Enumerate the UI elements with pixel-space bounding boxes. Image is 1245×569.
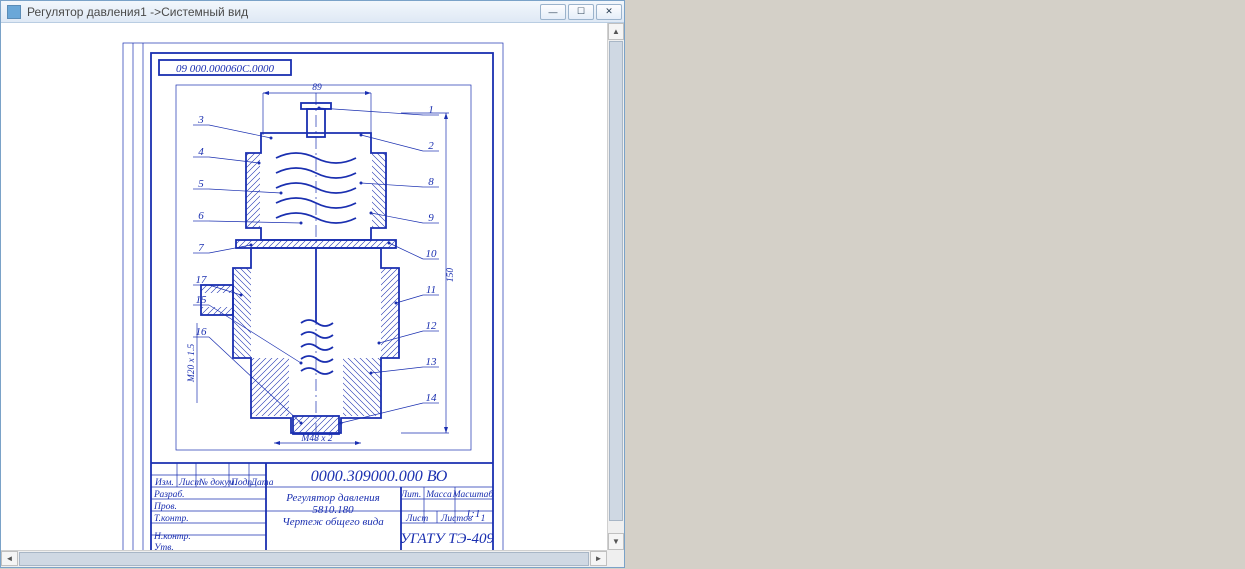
window-drawing: Регулятор давления1 ->Системный вид — ☐ … (0, 0, 625, 568)
tb2-sheets: Листов (440, 514, 472, 524)
window-title: Регулятор давления1 ->Системный вид (27, 5, 540, 19)
tb2-ncontr: Н.контр. (153, 532, 191, 542)
scroll-left-button[interactable]: ◄ (1, 551, 18, 566)
dim-thread1: M48 x 2 (300, 434, 332, 444)
tb2-razrab: Разраб. (153, 489, 185, 500)
minimize-button[interactable]: — (540, 4, 566, 20)
tb2-line1: Регулятор давления (285, 492, 380, 504)
tb2-izm: Изм. (154, 478, 174, 488)
callout-5: 5 (198, 178, 204, 190)
tb2-scale: Масштаб (452, 489, 495, 500)
client-area-right: 09 000.000060С.0000 (1, 23, 624, 567)
tb2-number: 0000.309000.000 ВО (311, 468, 448, 485)
callout-17: 17 (196, 274, 208, 286)
callout-3: 3 (197, 114, 204, 126)
dim-width: 89 (312, 83, 322, 93)
maximize-button[interactable]: ☐ (568, 4, 594, 20)
scroll-corner (607, 550, 624, 567)
scroll-thumb-h[interactable] (19, 552, 589, 566)
titlebar-right[interactable]: Регулятор давления1 ->Системный вид — ☐ … (1, 1, 624, 23)
callout-6: 6 (198, 210, 204, 222)
callout-7: 7 (198, 242, 204, 254)
callout-14: 14 (426, 392, 438, 404)
callout-2: 2 (428, 140, 434, 152)
vscrollbar[interactable]: ▲ ▼ (607, 23, 624, 550)
assembly-schematic (201, 93, 399, 443)
drawing-title-block: Изм. Лист № докум. Подп. Дата Разраб. Пр… (151, 463, 494, 564)
callout-11: 11 (426, 284, 436, 296)
close-button[interactable]: ✕ (596, 4, 622, 20)
callout-13: 13 (426, 356, 438, 368)
app-icon (7, 5, 21, 19)
tb2-org: УГАТУ ТЭ-409 (400, 531, 494, 547)
callout-16: 16 (196, 326, 208, 338)
scroll-right-button[interactable]: ► (590, 551, 607, 566)
tb2-sheetsn: 1 (481, 514, 486, 524)
tb2-prov: Пров. (153, 502, 177, 512)
callout-8: 8 (428, 176, 434, 188)
callout-10: 10 (426, 248, 438, 260)
callout-1: 1 (428, 104, 434, 116)
tb2-mass: Масса (425, 490, 452, 500)
scroll-thumb[interactable] (609, 41, 623, 521)
callout-12: 12 (426, 320, 438, 332)
dim-thread2: М20 х 1.5 (187, 344, 197, 384)
tb2-line3: Чертеж общего вида (282, 516, 384, 528)
dim-height: 150 (446, 268, 456, 283)
drawing-sheet: 09 000.000060С.0000 (1, 23, 609, 567)
tb2-sheet: Лист (405, 514, 428, 524)
hscrollbar[interactable]: ◄ ► (1, 550, 607, 567)
tb2-lit: Лит. (400, 490, 422, 500)
scroll-up-button[interactable]: ▲ (608, 23, 624, 40)
callout-9: 9 (428, 212, 434, 224)
callout-15: 15 (196, 294, 208, 306)
tb2-data: Дата (250, 478, 274, 488)
tb2-listh: Лист (178, 478, 201, 488)
scroll-down-button[interactable]: ▼ (608, 533, 624, 550)
tb2-tcontr: Т.контр. (154, 514, 189, 524)
overline-number: 09 000.000060С.0000 (176, 63, 275, 75)
callout-4: 4 (198, 146, 204, 158)
tb2-line2: 5810.180 (312, 504, 354, 516)
